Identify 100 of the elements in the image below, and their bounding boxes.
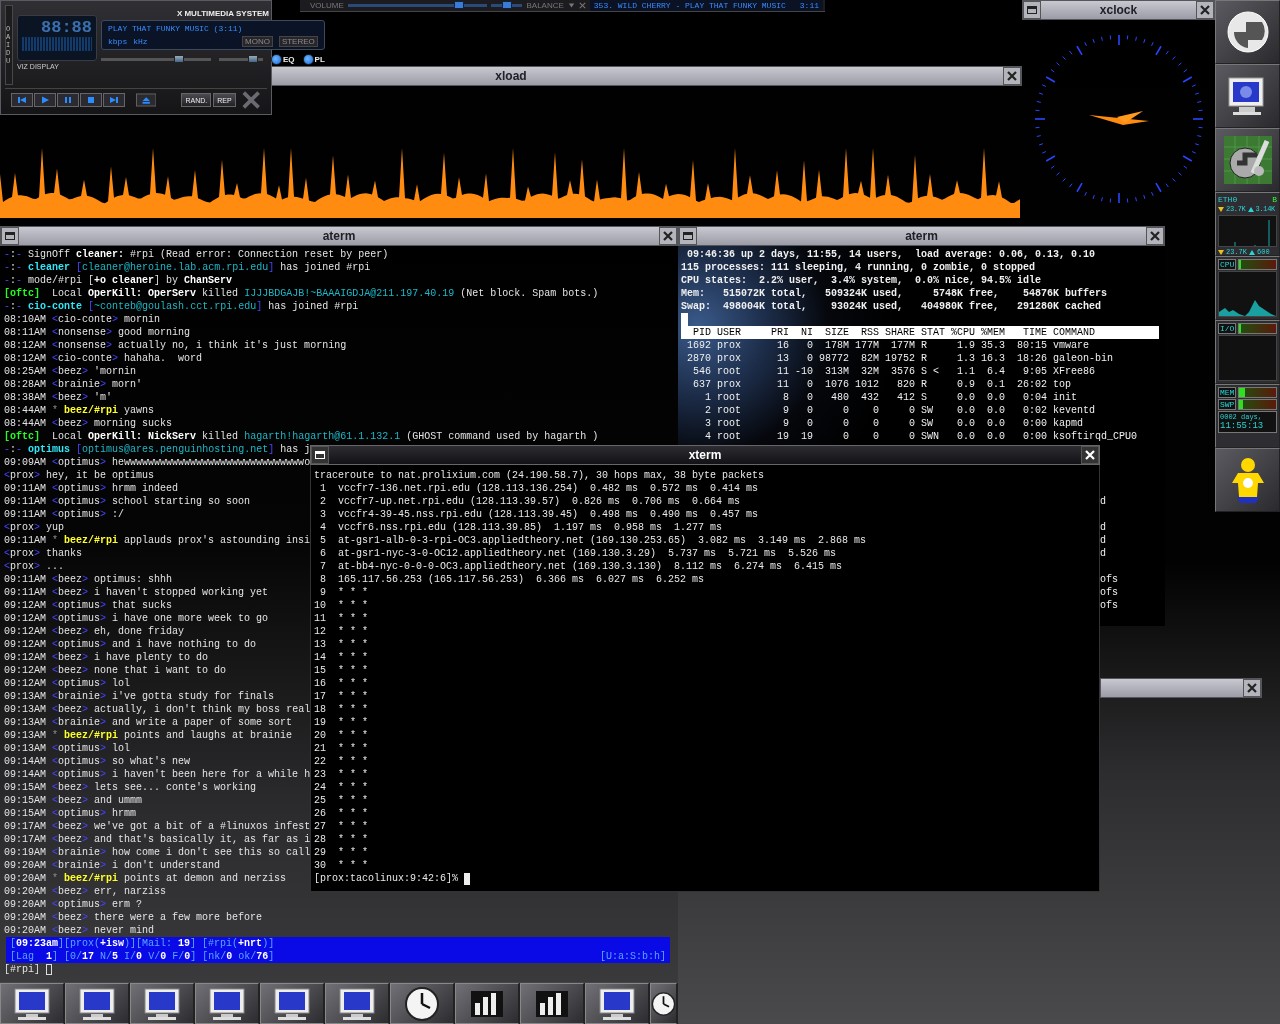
chat-line: 09:11AM <beez> i haven't stopped working yet (4, 586, 269, 599)
text-fragment: ofs (1100, 574, 1118, 585)
chat-line: 09:14AM <optimus> i haven't been here for a while h (4, 768, 311, 781)
process-row-text: 2870 prox 13 0 98772 82M 19752 R 1.3 16.3 18:26 galeon-bin (686, 352, 1114, 365)
taskbar-button[interactable] (325, 983, 389, 1024)
taskbar-button[interactable] (260, 983, 324, 1024)
previous-button[interactable] (11, 93, 33, 107)
text-cursor (46, 964, 52, 975)
toggle-button[interactable]: PL (302, 53, 325, 65)
output-line: 12 * * * (314, 625, 368, 638)
output-line: 23 * * * (314, 768, 368, 781)
output-line: 22 * * * (314, 755, 368, 768)
launcher-button[interactable] (1215, 64, 1280, 128)
close-button[interactable] (1081, 446, 1099, 464)
chat-line: 09:20AM <beez> there were a few more before (4, 911, 263, 924)
close-button[interactable] (659, 227, 677, 245)
system-summary-line: Swap: 498004K total, 93024K used, 404980K free, 291280K cached (681, 300, 1102, 313)
pause-button[interactable] (57, 93, 79, 107)
time-digits: 88:88 (41, 18, 92, 37)
output-line: 27 * * * (314, 820, 368, 833)
system-summary-line: 09:46:36 up 2 days, 11:55, 14 users, load average: 0.06, 0.13, 0.10 (686, 248, 1096, 261)
output-line: 24 * * * (314, 781, 368, 794)
close-button[interactable] (1003, 67, 1021, 85)
action-line: 09:11AM * beez/#rpi applauds prox's astounding insi (4, 534, 311, 547)
output-line: 1 vccfr7-136.net.rpi.edu (128.113.136.254) 0.482 ms 0.572 ms 0.414 ms (319, 482, 759, 495)
x-logo-icon (240, 90, 261, 110)
graph-panel (1218, 335, 1277, 381)
window-menu-button[interactable] (679, 227, 697, 245)
close-button[interactable] (1196, 1, 1214, 19)
close-button[interactable] (1146, 227, 1164, 245)
volume-slider[interactable] (454, 1, 465, 9)
stop-button[interactable] (80, 93, 102, 107)
player-title: X MULTIMEDIA SYSTEM (175, 9, 270, 18)
chat-line: 09:15AM <beez> lets see... conte's working (4, 781, 257, 794)
play-button[interactable] (34, 93, 56, 107)
process-row-text: 1692 prox 16 0 178M 177M 177M R 1.9 35.3 80:15 vmware (686, 339, 1090, 352)
taskbar-button[interactable] (390, 983, 454, 1024)
window-menu-button[interactable] (311, 446, 329, 464)
eject-button[interactable] (136, 93, 157, 107)
output-line: 26 * * * (314, 807, 368, 820)
next-button[interactable] (103, 93, 125, 107)
chat-line: <prox> thanks (4, 547, 83, 560)
output-line: 19 * * * (314, 716, 368, 729)
volume-slider[interactable] (174, 55, 185, 63)
toggle-label: EQ (283, 54, 295, 64)
taskbar-button[interactable] (65, 983, 129, 1024)
chat-line: <prox> ... (4, 560, 65, 573)
close-button[interactable] (1243, 679, 1261, 697)
chat-line: 09:12AM <optimus> that sucks (4, 599, 173, 612)
chat-line: 08:38AM <beez> 'm' (4, 391, 113, 404)
window-menu-button[interactable] (1, 227, 19, 245)
output-line: 18 * * * (314, 703, 368, 716)
launcher-button[interactable] (1215, 128, 1280, 192)
output-line: 11 * * * (314, 612, 368, 625)
chat-line: 09:17AM <beez> and that's basically it, as far as i (4, 833, 311, 846)
toggle-button[interactable]: EQ (271, 53, 295, 65)
toggle-label: PL (314, 54, 325, 64)
taskbar-button[interactable] (130, 983, 194, 1024)
process-row-text: 546 root 11 -10 313M 32M 3576 S < 1.1 6.4 9:05 XFree86 (692, 365, 1096, 378)
volume-label: VOLUME (309, 1, 344, 10)
uptime-clock: 11:55:13 (1220, 422, 1265, 431)
taskbar-button[interactable] (455, 983, 519, 1024)
samplerate-label: kHz (133, 36, 148, 46)
chat-line: 09:20AM <beez> never mind (4, 924, 155, 937)
event-line: -:- SignOff cleaner: #rpi (Read error: Connection reset by peer) (4, 248, 389, 261)
taskbar-button[interactable] (0, 983, 64, 1024)
text-fragment: d (1100, 522, 1106, 533)
monitor-label: MEM (1218, 387, 1237, 398)
balance-slider[interactable] (248, 55, 259, 63)
taskbar-button[interactable] (585, 983, 649, 1024)
chat-line: 09:11AM <optimus> school starting so soon (4, 495, 251, 508)
server-notice: [oftc] Local OperKill: OperServ killed IJJJBDGAJB!~BAAAIGDJA@211.197.40.19 (Net block. Spam bots.) (4, 287, 599, 300)
chat-line: 08:11AM <nonsense> good morning (4, 326, 191, 339)
mono-indicator: MONO (242, 35, 273, 47)
chat-line: 09:12AM <beez> none that i want to do (4, 664, 227, 677)
bars-icon (469, 988, 505, 1019)
chat-line: 09:15AM <beez> and ummm (4, 794, 143, 807)
chat-line: 09:17AM <beez> we've got a bit of a #linuxos infest (4, 820, 311, 833)
status-text: [U:a:S:b:h] (600, 950, 666, 963)
server-notice: [oftc] Local OperKill: NickServ killed hagarth!hagarth@61.1.132.1 (GHOST command used by hagarth ) (4, 430, 599, 443)
chat-line: 08:44AM <beez> morning sucks (4, 417, 173, 430)
balance-slider[interactable] (501, 1, 512, 9)
join-line: -:- optimus [optimus@ares.penguinhosting.net] has j (4, 443, 311, 456)
clock-icon (404, 985, 440, 1022)
close-icon[interactable] (578, 1, 586, 10)
window-menu-button[interactable] (1023, 1, 1041, 19)
chat-line: 09:19AM <brainie> how come i don't see this so call (4, 846, 311, 859)
shade-icon[interactable] (567, 1, 575, 10)
output-line: 17 * * * (314, 690, 368, 703)
output-line: 14 * * * (314, 651, 368, 664)
monitor-label: SWP (1218, 399, 1237, 410)
launcher-button[interactable] (1215, 448, 1280, 512)
taskbar-button[interactable] (650, 983, 677, 1024)
output-line: 16 * * * (314, 677, 368, 690)
taskbar-button[interactable] (520, 983, 584, 1024)
process-row-text: 3 root 9 0 0 0 0 SW 0.0 0.0 0:00 kapmd (704, 417, 1084, 430)
system-summary-line: CPU states: 2.2% user, 3.4% system, 0.0% nice, 94.5% idle (681, 274, 1042, 287)
taskbar-button[interactable] (195, 983, 259, 1024)
up-arrow-icon (1247, 206, 1254, 213)
launcher-button[interactable] (1215, 0, 1280, 64)
